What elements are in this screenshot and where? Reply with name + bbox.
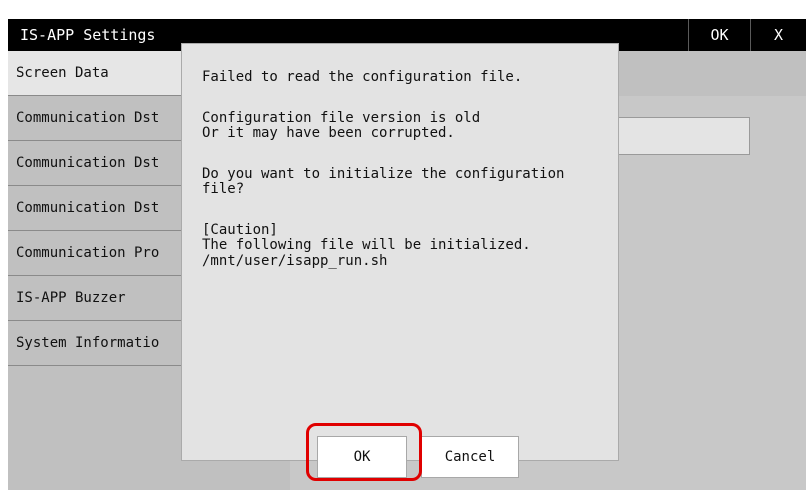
dialog-message-line: Do you want to initialize the configurat…	[202, 166, 565, 182]
dialog-cancel-button[interactable]: Cancel	[421, 436, 519, 478]
dialog-file-path: /mnt/user/isapp_run.sh	[202, 253, 388, 269]
settings-window: IS-APP Settings OK X Screen Data Communi…	[8, 19, 806, 490]
dialog-message-line: file?	[202, 181, 245, 197]
window-title: IS-APP Settings	[20, 26, 156, 44]
dialog-caution-label: [Caution]	[202, 222, 278, 238]
dialog-ok-button[interactable]: OK	[317, 436, 407, 478]
dialog-message-line: Configuration file version is old	[202, 110, 481, 126]
dialog-message-line: Or it may have been corrupted.	[202, 125, 455, 141]
config-error-dialog: Failed to read the configuration file. C…	[181, 43, 619, 478]
titlebar-ok-button[interactable]: OK	[688, 19, 750, 51]
background-field	[608, 117, 750, 155]
close-button[interactable]: X	[750, 19, 806, 51]
dialog-message-line: Failed to read the configuration file.	[202, 69, 523, 85]
dialog-message-line: The following file will be initialized.	[202, 237, 531, 253]
